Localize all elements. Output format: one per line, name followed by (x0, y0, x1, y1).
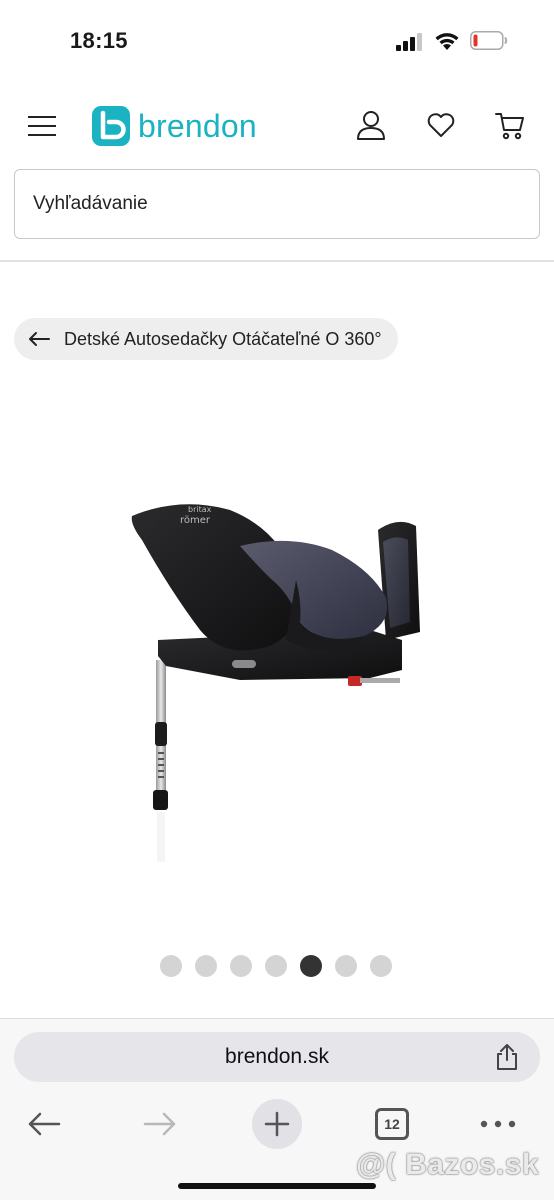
status-time: 18:15 (70, 28, 128, 53)
brand-text-bottom: römer (180, 515, 211, 526)
address-bar-url: brendon.sk (225, 1045, 329, 1068)
new-tab-circle (252, 1099, 302, 1149)
browser-forward-button[interactable] (140, 1099, 180, 1149)
tabs-button[interactable]: 12 (374, 1099, 410, 1149)
browser-nav-row: 12 (0, 1099, 554, 1149)
watermark-text: @( Bazos.sk (356, 1148, 540, 1181)
arrow-right-icon (143, 1112, 176, 1136)
menu-icon[interactable] (28, 115, 56, 137)
home-indicator (178, 1183, 376, 1189)
header-divider (0, 260, 554, 262)
share-icon[interactable] (494, 1043, 520, 1071)
gallery-dot[interactable] (370, 955, 392, 977)
gallery-dot[interactable] (335, 955, 357, 977)
browser-back-button[interactable] (24, 1099, 64, 1149)
cellular-signal-icon (396, 33, 422, 51)
more-button[interactable] (480, 1099, 516, 1149)
brendon-logo-mark-icon (92, 106, 130, 146)
wifi-icon (435, 33, 459, 50)
battery-icon (470, 31, 508, 50)
brendon-logo[interactable]: brendon (90, 103, 257, 149)
address-bar[interactable]: brendon.sk (14, 1032, 540, 1082)
gallery-dot[interactable] (265, 955, 287, 977)
more-dots-icon (480, 1120, 516, 1128)
category-back-button[interactable]: Detské Autosedačky Otáčateľné O 360° (14, 318, 398, 360)
gallery-dot[interactable] (195, 955, 217, 977)
arrow-left-icon (28, 1112, 61, 1136)
status-bar: 18:15 (0, 0, 554, 82)
gallery-dot[interactable] (160, 955, 182, 977)
new-tab-button[interactable] (252, 1099, 302, 1149)
gallery-dot[interactable] (300, 955, 322, 977)
gallery-dot[interactable] (230, 955, 252, 977)
cart-icon[interactable] (494, 109, 526, 141)
tab-count: 12 (375, 1108, 409, 1140)
user-icon[interactable] (355, 109, 387, 141)
brand-text-top: britax (188, 505, 212, 514)
heart-icon[interactable] (425, 109, 457, 141)
logo-text: brendon (138, 107, 257, 144)
category-label: Detské Autosedačky Otáčateľné O 360° (64, 328, 382, 349)
product-image[interactable]: britax römer (120, 490, 430, 870)
search-input[interactable] (15, 170, 539, 238)
gallery-pagination (160, 955, 392, 977)
plus-icon (264, 1111, 290, 1137)
search-box[interactable] (14, 169, 540, 239)
site-header: brendon (0, 95, 554, 159)
arrow-left-icon (29, 332, 50, 346)
